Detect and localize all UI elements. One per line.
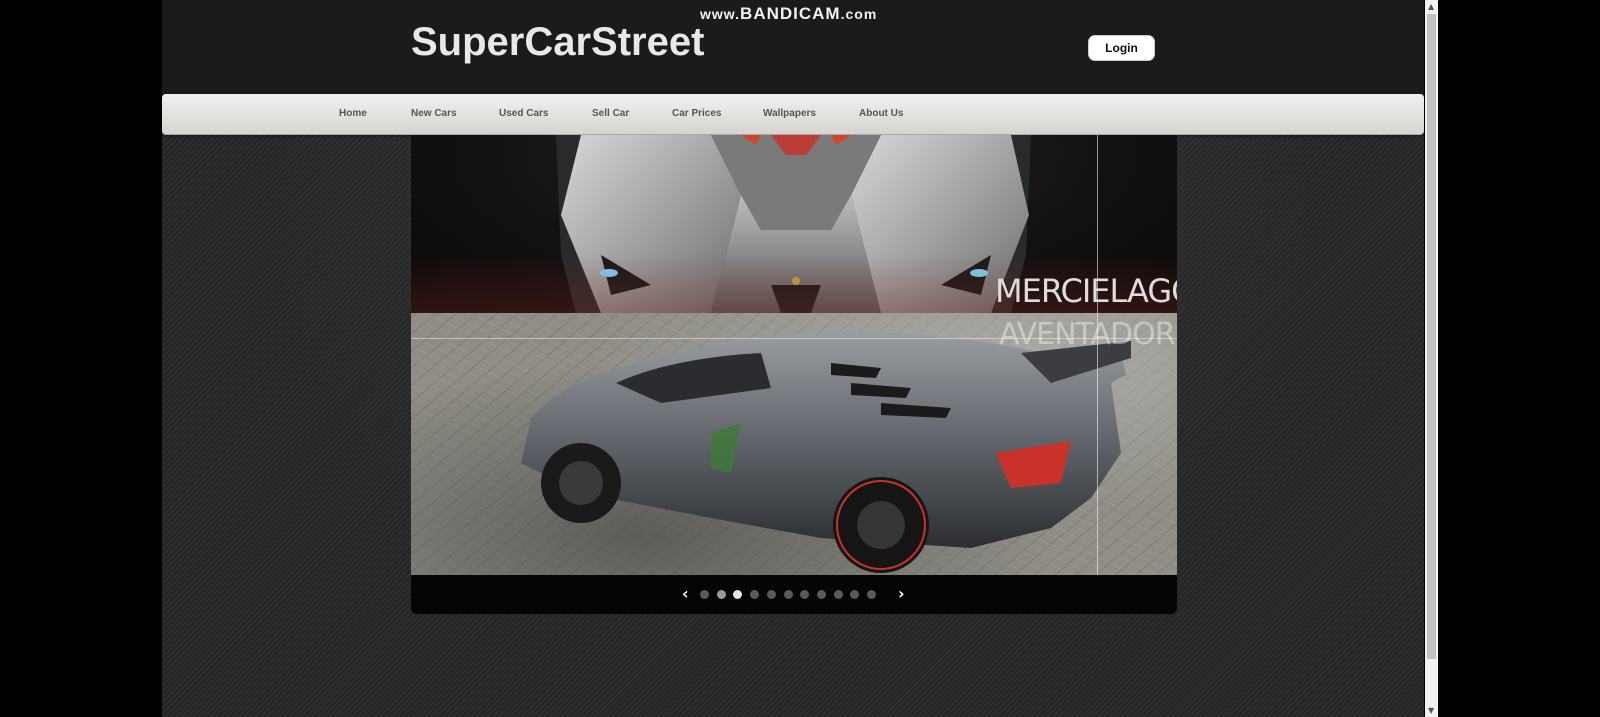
image-slider[interactable]: MERCIELAGO AVENTADOR ‹ › [411,135,1177,614]
slider-controls: ‹ › [411,575,1177,614]
slider-dot[interactable] [867,590,876,599]
slider-dot[interactable] [783,590,793,599]
slide-caption-secondary: AVENTADOR [999,317,1176,352]
recording-watermark: www.BANDICAM.com [700,4,878,23]
car-side-illustration [521,331,1131,573]
slide-caption-primary: MERCIELAGO [995,272,1177,310]
scroll-up-icon[interactable]: ▲ [1428,2,1434,11]
scrollbar-thumb[interactable] [1427,14,1436,659]
nav-used-cars[interactable]: Used Cars [499,94,548,134]
nav-wallpapers[interactable]: Wallpapers [763,94,816,134]
slider-dot[interactable] [833,590,843,599]
nav-new-cars[interactable]: New Cars [411,94,457,134]
page-scrollbar[interactable]: ▲ ▼ [1425,0,1438,717]
slider-dot[interactable] [766,590,776,599]
login-button[interactable]: Login [1088,35,1155,61]
nav-car-prices[interactable]: Car Prices [672,94,721,134]
chevron-right-icon[interactable]: › [898,584,905,603]
slider-dot[interactable] [750,590,760,599]
slider-dot[interactable] [800,590,810,599]
slider-dot[interactable] [816,590,826,599]
slide-divider-vertical [1097,135,1098,575]
main-nav: Home New Cars Used Cars Sell Car Car Pri… [162,94,1424,135]
slider-dot[interactable] [700,590,709,599]
page: www.BANDICAM.com SuperCarStreet Login Ho… [162,0,1424,717]
nav-home[interactable]: Home [339,94,367,134]
chevron-left-icon[interactable]: ‹ [682,584,689,603]
nav-sell-car[interactable]: Sell Car [592,94,629,134]
slide-image-side-view [411,313,1177,575]
slider-dot[interactable] [733,590,743,599]
nav-about-us[interactable]: About Us [859,94,903,134]
site-header: www.BANDICAM.com SuperCarStreet Login [162,0,1424,94]
slider-dot[interactable] [716,590,726,599]
scroll-down-icon[interactable]: ▼ [1428,706,1434,715]
slider-dot[interactable] [850,590,860,599]
site-logo[interactable]: SuperCarStreet [411,20,704,65]
